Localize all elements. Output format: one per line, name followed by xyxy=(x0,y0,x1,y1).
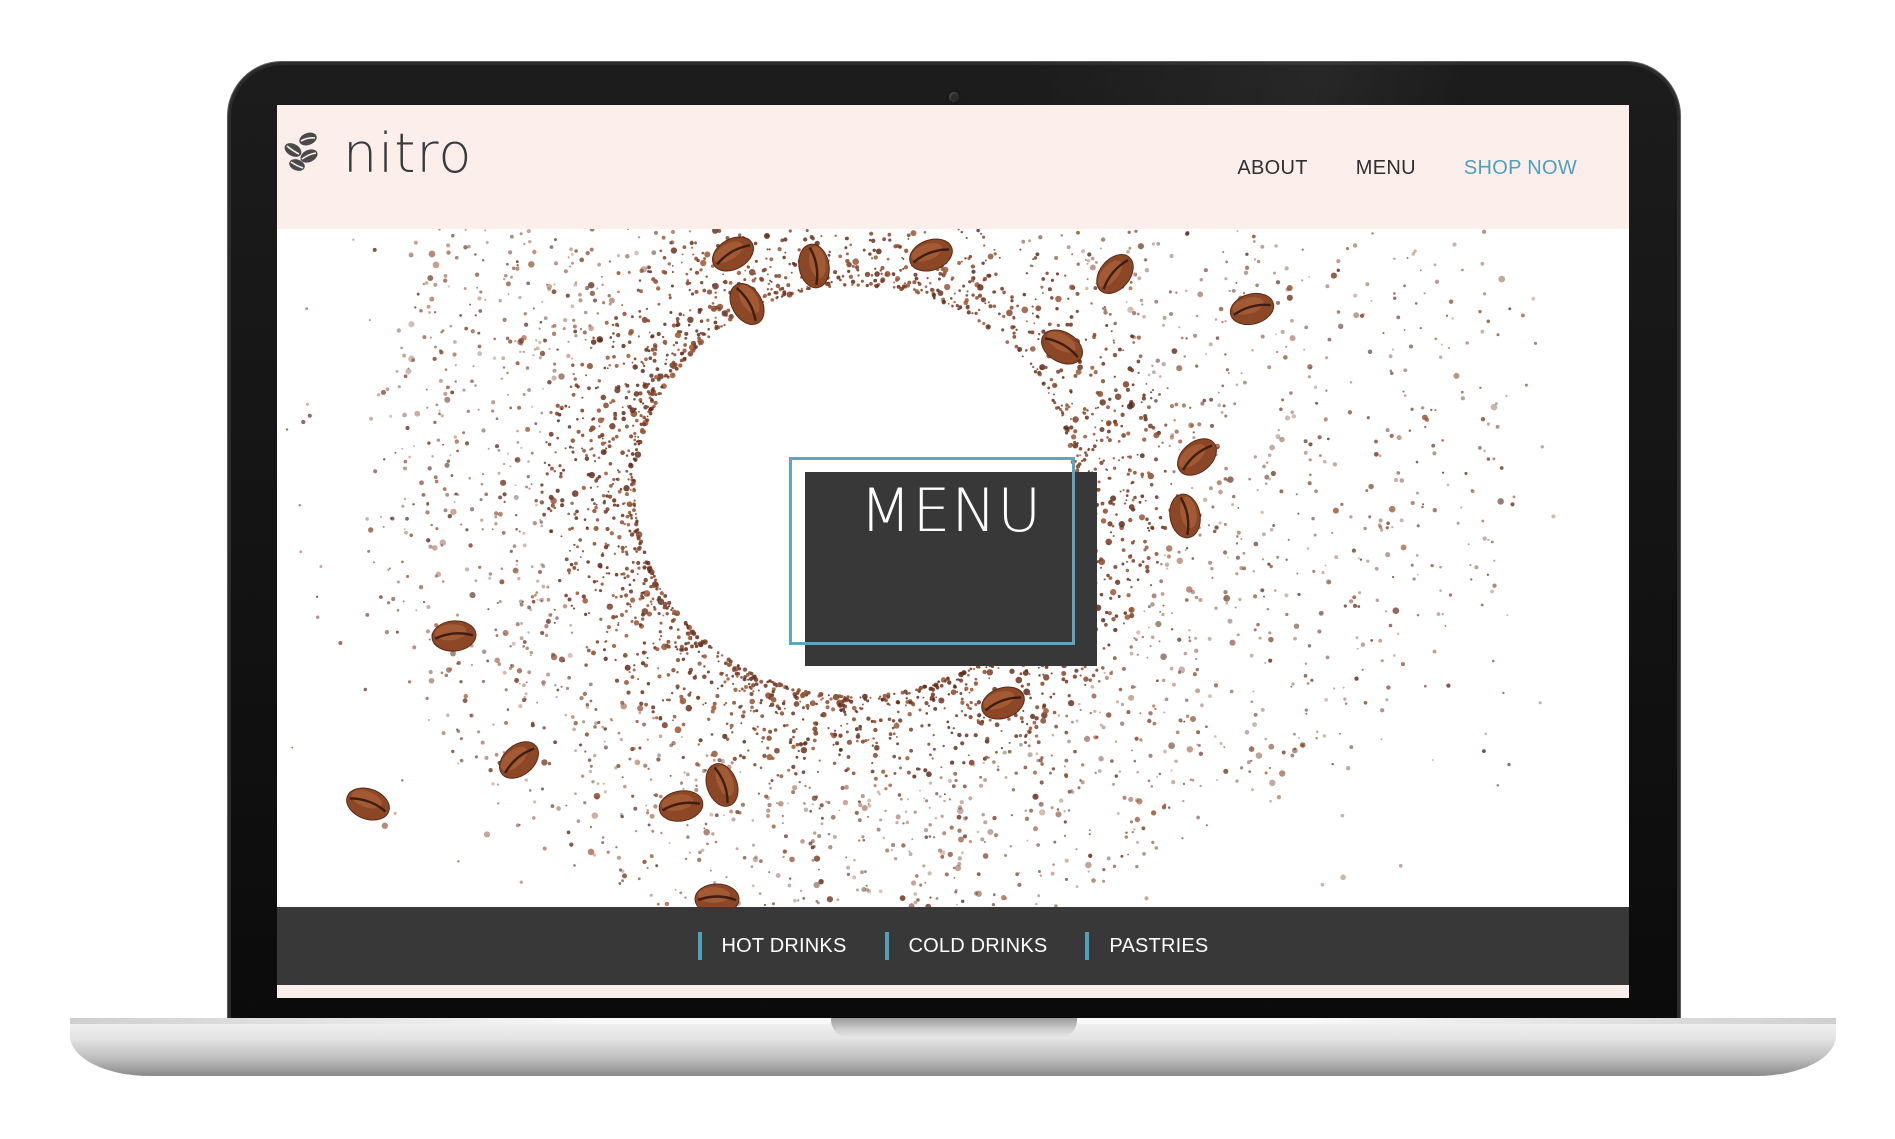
hero-menu-title: MENU xyxy=(859,476,1043,546)
nav-shop-now-link[interactable]: SHOP NOW xyxy=(1464,157,1577,180)
nav-menu-link[interactable]: MENU xyxy=(1356,157,1416,180)
category-label: COLD DRINKS xyxy=(908,934,1048,957)
brand-logo-text[interactable]: nitro xyxy=(343,121,472,187)
category-label: HOT DRINKS xyxy=(721,934,847,957)
footer-strip xyxy=(277,985,1629,998)
coffee-beans-icon xyxy=(284,132,318,171)
category-hot-drinks[interactable]: HOT DRINKS xyxy=(697,932,847,960)
hero-section: MENU xyxy=(277,229,1629,907)
site-header: nitro ABOUT MENU SHOP NOW xyxy=(277,105,1629,229)
category-marker xyxy=(884,932,889,960)
laptop-screen: nitro ABOUT MENU SHOP NOW MENU HOT DRINK… xyxy=(277,105,1629,998)
category-bar: HOT DRINKS COLD DRINKS PASTRIES xyxy=(277,907,1629,985)
category-label: PASTRIES xyxy=(1109,934,1209,957)
laptop-mockup-scene: nitro ABOUT MENU SHOP NOW MENU HOT DRINK… xyxy=(0,0,1895,1139)
category-pastries[interactable]: PASTRIES xyxy=(1085,932,1208,960)
webcam-icon xyxy=(949,92,959,102)
category-marker xyxy=(697,932,702,960)
category-marker xyxy=(1085,932,1090,960)
main-nav: ABOUT MENU SHOP NOW xyxy=(1237,157,1577,180)
nav-about-link[interactable]: ABOUT xyxy=(1237,157,1307,180)
category-list: HOT DRINKS COLD DRINKS PASTRIES xyxy=(277,907,1629,985)
laptop-opening-notch xyxy=(831,1018,1077,1038)
category-cold-drinks[interactable]: COLD DRINKS xyxy=(884,932,1048,960)
